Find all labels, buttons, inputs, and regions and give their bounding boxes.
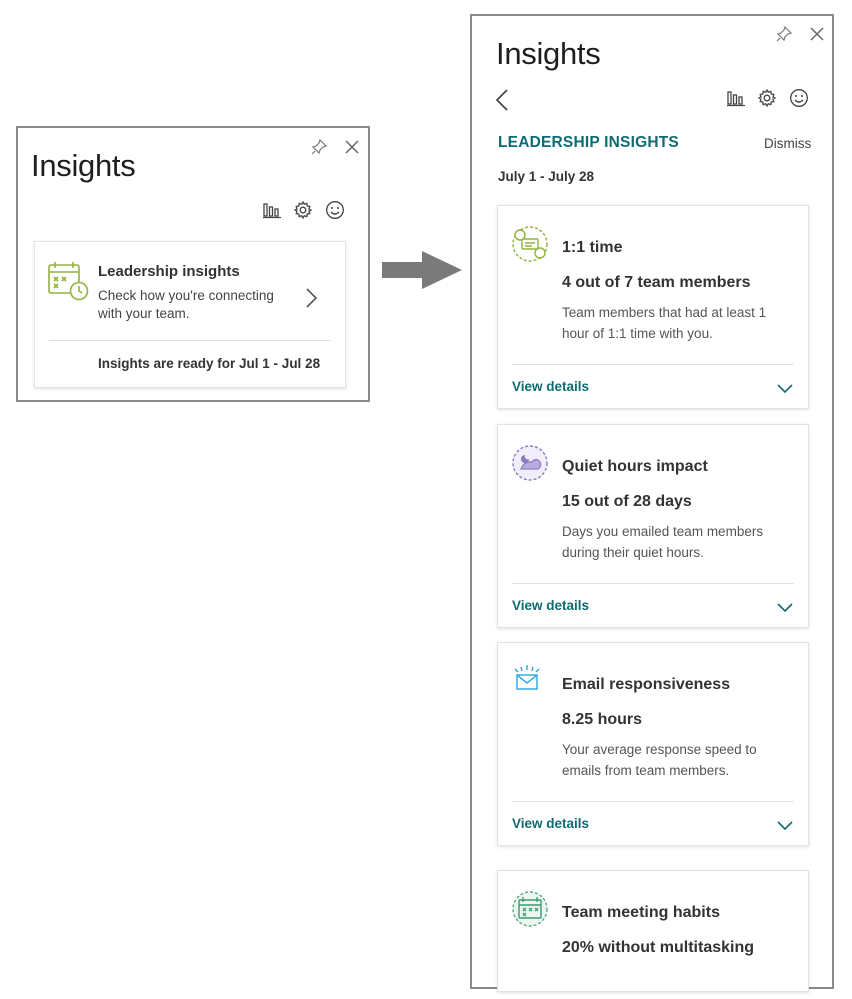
close-icon[interactable] [808, 25, 826, 43]
divider [49, 340, 331, 341]
pin-icon[interactable] [775, 25, 793, 43]
card-title: Email responsiveness [562, 676, 731, 693]
smiley-icon[interactable] [325, 200, 345, 220]
insight-card-email-responsiveness: Email responsiveness 8.25 hours Your ave… [497, 642, 809, 846]
dismiss-link[interactable]: Dismiss [764, 136, 811, 151]
card-title: 1:1 time [562, 239, 623, 256]
pin-icon[interactable] [310, 138, 328, 156]
divider [512, 364, 794, 365]
insights-pane-expanded: Insights LEADERSHIP INSIGHTS Dismiss Jul… [470, 14, 834, 992]
gear-icon[interactable] [757, 88, 777, 108]
card-title: Quiet hours impact [562, 458, 708, 475]
insight-card-one-on-one: 1:1 time 4 out of 7 team members Team me… [497, 205, 809, 409]
card-description: Days you emailed team members during the… [562, 524, 764, 560]
card-title: Team meeting habits [562, 904, 720, 921]
divider [512, 583, 794, 584]
insights-pane-collapsed: Insights Leadership insights Check how y… [16, 126, 370, 402]
chevron-down-icon[interactable] [776, 601, 794, 619]
back-arrow-icon[interactable] [495, 88, 509, 112]
flow-arrow-icon [380, 250, 464, 295]
divider [512, 801, 794, 802]
card-metric: 4 out of 7 team members [562, 274, 751, 291]
card-metric: 15 out of 28 days [562, 493, 692, 510]
email-icon [510, 661, 550, 701]
view-details-link[interactable]: View details [512, 379, 589, 394]
insight-card-team-meeting-habits: Team meeting habits 20% without multitas… [497, 870, 809, 992]
one-on-one-icon [510, 224, 550, 264]
view-details-link[interactable]: View details [512, 598, 589, 613]
card-metric: 8.25 hours [562, 711, 643, 728]
card-title: Leadership insights [98, 263, 240, 280]
leadership-insights-card[interactable]: Leadership insights Check how you're con… [34, 241, 346, 388]
pane-title: Insights [31, 148, 136, 183]
bar-chart-icon[interactable] [726, 89, 746, 107]
calendar-clock-icon [47, 260, 89, 302]
quiet-hours-icon [510, 443, 550, 483]
gear-icon[interactable] [293, 200, 313, 220]
bar-chart-icon[interactable] [262, 201, 282, 219]
date-range: July 1 - July 28 [498, 169, 595, 184]
card-description: Check how you're connecting with your te… [98, 288, 274, 321]
chevron-down-icon[interactable] [776, 382, 794, 400]
insights-ready-text: Insights are ready for Jul 1 - Jul 28 [98, 356, 321, 371]
card-description: Your average response speed to emails fr… [562, 742, 757, 778]
chevron-down-icon[interactable] [776, 819, 794, 837]
chevron-right-icon[interactable] [305, 287, 319, 309]
pane-title: Insights [496, 36, 601, 71]
close-icon[interactable] [343, 138, 361, 156]
view-details-link[interactable]: View details [512, 816, 589, 831]
card-metric: 20% without multitasking [562, 939, 755, 956]
card-description: Team members that had at least 1 hour of… [562, 305, 767, 341]
insight-card-quiet-hours: Quiet hours impact 15 out of 28 days Day… [497, 424, 809, 628]
section-title: LEADERSHIP INSIGHTS [498, 134, 679, 151]
smiley-icon[interactable] [789, 88, 809, 108]
meeting-calendar-icon [510, 889, 550, 929]
